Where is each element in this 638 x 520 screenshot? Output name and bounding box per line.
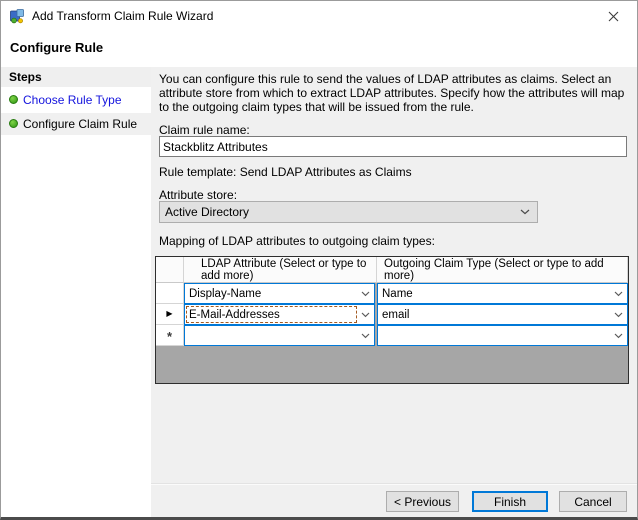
ldap-attribute-dropdown-row2[interactable]: E-Mail-Addresses <box>184 304 375 325</box>
chevron-down-icon <box>614 291 623 297</box>
outgoing-claim-type-value: Name <box>382 288 413 300</box>
outgoing-claim-type-value: email <box>382 309 409 321</box>
attribute-store-value: Active Directory <box>165 205 249 219</box>
table-row: Display-Name Name <box>156 283 628 304</box>
window-title: Add Transform Claim Rule Wizard <box>32 9 213 23</box>
steps-header: Steps <box>1 67 151 87</box>
attribute-store-label: Attribute store: <box>159 188 237 202</box>
wizard-page-content: You can configure this rule to send the … <box>151 67 637 517</box>
outgoing-claim-type-dropdown-row2[interactable]: email <box>377 304 628 325</box>
mapping-label: Mapping of LDAP attributes to outgoing c… <box>159 234 435 248</box>
attribute-store-dropdown[interactable]: Active Directory <box>159 201 538 223</box>
footer-separator <box>151 483 637 485</box>
sidebar-item-choose-rule-type[interactable]: Choose Rule Type <box>1 89 151 111</box>
step-status-icon <box>9 95 18 104</box>
page-description: You can configure this rule to send the … <box>159 72 633 114</box>
table-header-row: LDAP Attribute (Select or type to add mo… <box>156 257 628 283</box>
outgoing-claim-type-dropdown-row1[interactable]: Name <box>377 283 628 304</box>
button-row: < Previous Finish Cancel <box>386 491 627 512</box>
ldap-attribute-value: E-Mail-Addresses <box>189 309 280 321</box>
row-header-cell[interactable]: ▶ <box>156 304 184 325</box>
outgoing-claim-type-dropdown-row3[interactable] <box>377 325 628 346</box>
chevron-down-icon <box>361 333 370 339</box>
step-label: Configure Claim Rule <box>23 117 137 131</box>
previous-button[interactable]: < Previous <box>386 491 459 512</box>
claim-rule-name-input[interactable] <box>159 136 627 157</box>
table-corner-cell <box>156 257 184 283</box>
ldap-attribute-value: Display-Name <box>189 288 261 300</box>
sidebar-item-configure-claim-rule[interactable]: Configure Claim Rule <box>1 113 151 135</box>
step-status-icon <box>9 119 18 128</box>
close-icon <box>608 11 619 22</box>
current-row-arrow: ▶ <box>166 310 172 318</box>
row-header-cell[interactable] <box>156 283 184 304</box>
add-transform-claim-rule-wizard-dialog: Add Transform Claim Rule Wizard Configur… <box>0 0 638 520</box>
chevron-down-icon <box>614 333 623 339</box>
table-row: ▶ E-Mail-Addresses email <box>156 304 628 325</box>
adfs-wizard-icon <box>9 8 25 24</box>
cancel-button[interactable]: Cancel <box>559 491 627 512</box>
close-button[interactable] <box>591 2 636 30</box>
row-header-cell[interactable]: * <box>156 325 184 346</box>
chevron-down-icon <box>614 312 623 318</box>
ldap-attribute-dropdown-row1[interactable]: Display-Name <box>184 283 375 304</box>
page-title: Configure Rule <box>10 40 103 55</box>
ldap-attribute-dropdown-row3[interactable] <box>184 325 375 346</box>
column-header-ldap-attribute: LDAP Attribute (Select or type to add mo… <box>184 257 377 283</box>
claim-rule-name-label: Claim rule name: <box>159 123 250 137</box>
table-row: * <box>156 325 628 346</box>
title-bar: Add Transform Claim Rule Wizard <box>1 1 637 31</box>
chevron-down-icon <box>520 209 530 215</box>
column-header-outgoing-claim-type: Outgoing Claim Type (Select or type to a… <box>377 257 628 283</box>
new-row-asterisk: * <box>167 330 172 343</box>
finish-button[interactable]: Finish <box>472 491 548 512</box>
chevron-down-icon <box>361 291 370 297</box>
chevron-down-icon <box>361 312 370 318</box>
step-label: Choose Rule Type <box>23 93 122 107</box>
steps-sidebar: Steps Choose Rule Type Configure Claim R… <box>1 67 151 517</box>
ldap-mapping-table: LDAP Attribute (Select or type to add mo… <box>155 256 629 384</box>
rule-template-text: Rule template: Send LDAP Attributes as C… <box>159 165 412 179</box>
